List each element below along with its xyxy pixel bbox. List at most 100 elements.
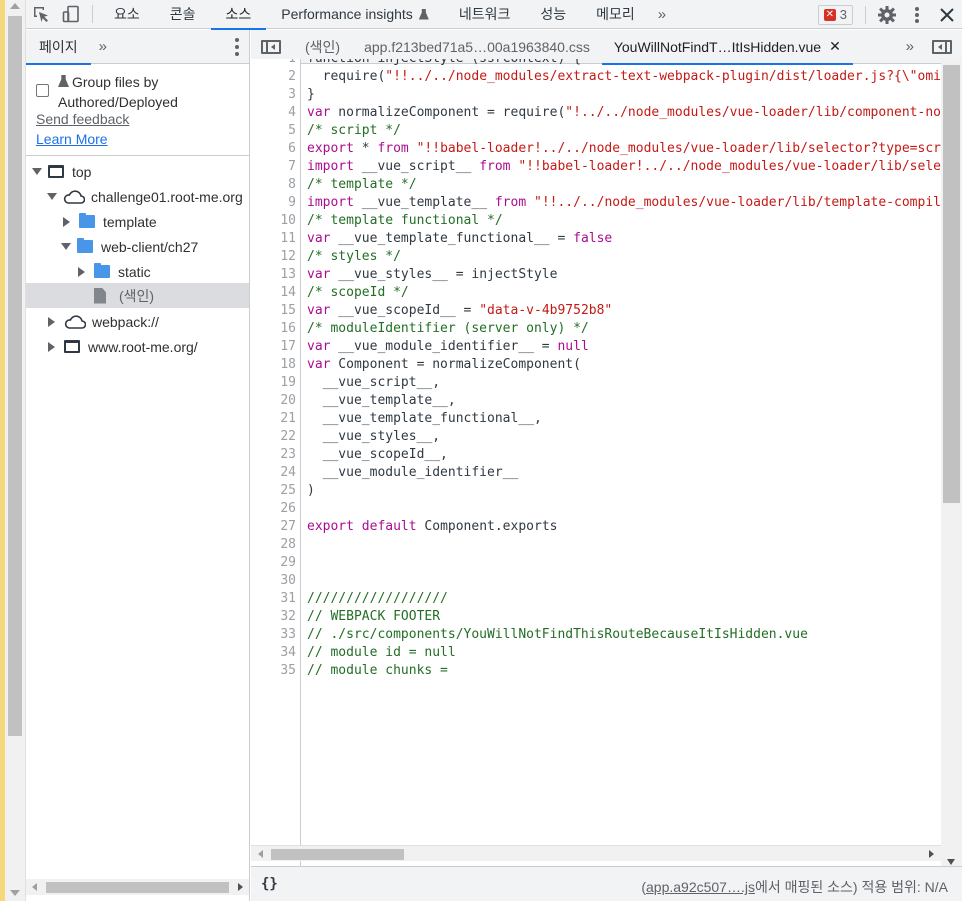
line-number[interactable]: 23 [251, 446, 296, 464]
code-token: /* template functional */ [307, 213, 503, 228]
tab-network[interactable]: 네트워크 [444, 0, 526, 29]
tree-item-folder[interactable]: web-client/ch27 [26, 234, 249, 259]
line-number[interactable]: 2 [251, 68, 296, 86]
line-number[interactable]: 33 [251, 626, 296, 644]
line-number[interactable]: 31 [251, 590, 296, 608]
customize-kebab-icon[interactable] [902, 0, 932, 29]
code-line: 1 function injectStyle (ssrContext) { [251, 59, 941, 68]
collapse-triangle-icon[interactable] [78, 266, 85, 277]
group-files-checkbox[interactable] [36, 84, 49, 97]
toggle-debugger-icon[interactable] [932, 40, 952, 54]
expand-triangle-icon[interactable] [61, 243, 71, 250]
line-number[interactable]: 13 [251, 266, 296, 284]
inspect-element-icon[interactable] [26, 0, 56, 29]
line-number[interactable]: 15 [251, 302, 296, 320]
close-tab-icon[interactable]: ✕ [829, 38, 841, 55]
scroll-right-arrow-icon[interactable] [929, 850, 934, 858]
tree-item-folder[interactable]: template [26, 209, 249, 234]
learn-more-link[interactable]: Learn More [36, 131, 108, 147]
code-scrollbar-thumb[interactable] [943, 65, 960, 503]
more-file-tabs-button[interactable]: » [898, 38, 920, 55]
line-number[interactable]: 21 [251, 410, 296, 428]
tree-item-folder[interactable]: static [26, 259, 249, 284]
scroll-right-arrow-icon[interactable] [238, 883, 243, 891]
collapse-triangle-icon[interactable] [48, 341, 55, 352]
code-hscrollbar-thumb[interactable] [271, 849, 404, 860]
line-number[interactable]: 19 [251, 374, 296, 392]
settings-gear-icon[interactable] [872, 0, 902, 29]
line-number[interactable]: 34 [251, 644, 296, 662]
line-number[interactable]: 17 [251, 338, 296, 356]
page-scrollbar-thumb[interactable] [8, 16, 22, 736]
line-number[interactable]: 11 [251, 230, 296, 248]
tab-performance[interactable]: 성능 [525, 0, 581, 29]
line-number[interactable]: 32 [251, 608, 296, 626]
error-count-badge[interactable]: ✕ 3 [817, 4, 853, 25]
tab-elements[interactable]: 요소 [99, 0, 155, 29]
tree-item-domain[interactable]: challenge01.root-me.org [26, 184, 249, 209]
more-tabs-button[interactable]: » [650, 6, 672, 23]
line-number[interactable]: 8 [251, 176, 296, 194]
page-scrollbar[interactable] [0, 0, 26, 901]
tree-item-top[interactable]: top [26, 159, 249, 184]
tree-item-frame[interactable]: www.root-me.org/ [26, 334, 249, 359]
code-token: var [307, 267, 331, 282]
send-feedback-link[interactable]: Send feedback [36, 111, 129, 127]
code-view[interactable]: 1 function injectStyle (ssrContext) {2 re… [251, 59, 941, 875]
source-map-link[interactable]: app.a92c507….js [646, 879, 755, 895]
expand-triangle-icon[interactable] [47, 193, 57, 200]
tab-memory[interactable]: 메모리 [581, 0, 650, 29]
line-number[interactable]: 9 [251, 194, 296, 212]
scroll-left-arrow-icon[interactable] [258, 850, 263, 858]
code-line: 23 __vue_scopeId__, [251, 446, 941, 464]
code-horizontal-scrollbar[interactable] [251, 845, 941, 861]
code-vertical-scrollbar[interactable] [941, 59, 962, 875]
line-number[interactable]: 4 [251, 104, 296, 122]
collapse-triangle-icon[interactable] [48, 316, 55, 327]
line-number[interactable]: 20 [251, 392, 296, 410]
tab-page[interactable]: 페이지 [26, 30, 91, 65]
line-number[interactable]: 18 [251, 356, 296, 374]
line-number[interactable]: 26 [251, 500, 296, 518]
navigator-horizontal-scrollbar[interactable] [26, 879, 249, 895]
line-number[interactable]: 29 [251, 554, 296, 572]
line-number[interactable]: 35 [251, 662, 296, 680]
device-toolbar-icon[interactable] [56, 0, 86, 29]
line-number[interactable]: 5 [251, 122, 296, 140]
tree-item-webpack[interactable]: webpack:// [26, 309, 249, 334]
navigator-more-tabs-button[interactable]: » [91, 38, 113, 55]
line-number[interactable]: 10 [251, 212, 296, 230]
line-number[interactable]: 12 [251, 248, 296, 266]
scroll-down-arrow-icon[interactable] [947, 859, 955, 865]
line-number[interactable]: 7 [251, 158, 296, 176]
collapse-triangle-icon[interactable] [63, 216, 70, 227]
pretty-print-button[interactable]: {} [261, 876, 278, 892]
tab-sources[interactable]: 소스 [210, 0, 267, 30]
navigator-scrollbar-thumb[interactable] [46, 882, 229, 893]
line-number[interactable]: 1 [251, 59, 296, 68]
scroll-left-arrow-icon[interactable] [32, 883, 37, 891]
line-number[interactable]: 27 [251, 518, 296, 536]
tree-item-file-selected[interactable]: (색인) [26, 283, 249, 308]
scroll-down-arrow-icon[interactable] [10, 890, 20, 896]
line-number[interactable]: 30 [251, 572, 296, 590]
tab-performance-insights[interactable]: Performance insights [266, 0, 444, 29]
line-number[interactable]: 14 [251, 284, 296, 302]
line-number[interactable]: 25 [251, 482, 296, 500]
tab-console[interactable]: 콘솔 [155, 0, 211, 29]
line-number[interactable]: 28 [251, 536, 296, 554]
close-devtools-icon[interactable] [932, 0, 962, 29]
line-number[interactable]: 22 [251, 428, 296, 446]
line-number[interactable]: 6 [251, 140, 296, 158]
scroll-up-arrow-icon[interactable] [10, 3, 20, 9]
navigator-menu-kebab-icon[interactable] [235, 38, 239, 56]
expand-triangle-icon[interactable] [32, 168, 42, 175]
line-number[interactable]: 16 [251, 320, 296, 338]
line-number[interactable]: 3 [251, 86, 296, 104]
coverage-status: 적용 범위: N/A [857, 879, 948, 895]
line-number[interactable]: 24 [251, 464, 296, 482]
group-files-label[interactable]: Group files by Authored/Deployed [58, 72, 178, 112]
toggle-navigator-icon[interactable] [261, 39, 281, 54]
code-token: /* moduleIdentifier (server only) */ [307, 321, 589, 336]
line-content: __vue_template__, [307, 392, 456, 410]
